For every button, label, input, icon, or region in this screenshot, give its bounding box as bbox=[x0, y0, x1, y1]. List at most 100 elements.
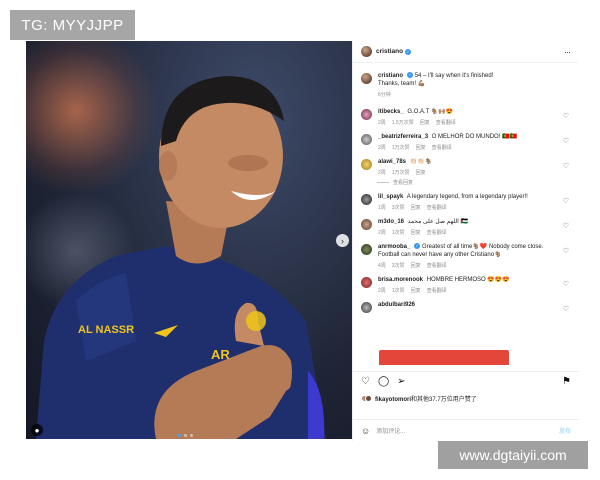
comment-likes[interactable]: 3次赞 bbox=[392, 204, 405, 211]
likes-summary[interactable]: fikayotomori和其他37.7万位用户赞了 bbox=[361, 394, 477, 403]
comment-username[interactable]: lil_spayk bbox=[378, 194, 403, 200]
chevron-right-icon[interactable]: › bbox=[336, 234, 349, 247]
comment-time: 1周 bbox=[378, 205, 386, 211]
comment-input[interactable]: 添加评论... bbox=[376, 426, 405, 435]
comment-text: HOMBRE HERMOSO 😍😍😍 bbox=[426, 277, 510, 283]
caption-time: 6分钟 bbox=[378, 92, 391, 98]
avatar[interactable] bbox=[361, 277, 372, 288]
player-illustration: AR AL NASSR bbox=[36, 76, 326, 439]
comment-text: G.O.A.T 🐐🙌🏽😍 bbox=[407, 109, 454, 115]
watermark-top: TG: MYYJJPP bbox=[10, 10, 135, 40]
comment-text: A legendary legend, from a legendary pla… bbox=[406, 194, 528, 200]
instagram-post: AR AL NASSR › ● cristiano ✓ ··· cristian… bbox=[26, 41, 579, 441]
translate-button[interactable]: 查看翻译 bbox=[436, 119, 456, 126]
ellipsis-icon[interactable]: ··· bbox=[564, 47, 571, 57]
comment-image-preview bbox=[379, 350, 509, 365]
comment: lil_spayk A legendary legend, from a leg… bbox=[353, 193, 579, 211]
comment-time: 2周 bbox=[378, 288, 386, 294]
comment-text: O MELHOR DO MUNDO! 🇵🇹🇵🇹 bbox=[431, 134, 517, 140]
verified-icon: ✓ bbox=[407, 72, 414, 79]
action-bar: ♡ ◯ ➢ ⚑ bbox=[353, 371, 579, 391]
likes-user[interactable]: fikayotomori bbox=[375, 397, 411, 403]
comment-username[interactable]: brisa.morenook bbox=[378, 277, 423, 283]
reply-button[interactable]: 回复 bbox=[420, 119, 430, 126]
translate-button[interactable]: 查看翻译 bbox=[427, 287, 447, 294]
caption-text-2: Thanks, team! 💪🏽 bbox=[378, 81, 426, 87]
translate-button[interactable]: 查看翻译 bbox=[427, 262, 447, 269]
view-replies-button[interactable]: 查看回复 bbox=[377, 179, 579, 186]
comment-likes[interactable]: 3次赞 bbox=[392, 262, 405, 269]
carousel-dots bbox=[178, 434, 193, 437]
likes-rest: 和其他37.7万位用户赞了 bbox=[411, 397, 477, 403]
avatar[interactable] bbox=[361, 302, 372, 313]
reply-button[interactable]: 回复 bbox=[416, 169, 426, 176]
avatar[interactable] bbox=[361, 244, 372, 255]
comment-likes[interactable]: 1万次赞 bbox=[392, 144, 410, 151]
smiley-icon[interactable]: ☺ bbox=[361, 426, 370, 436]
avatar[interactable] bbox=[361, 109, 372, 120]
translate-button[interactable]: 查看翻译 bbox=[427, 204, 447, 211]
comment-username[interactable]: anrmooba_ bbox=[378, 244, 410, 250]
avatar[interactable] bbox=[361, 73, 372, 84]
comment-likes[interactable]: 1万次赞 bbox=[392, 169, 410, 176]
carousel-dot-active bbox=[178, 434, 181, 437]
comment-time: 4周 bbox=[378, 263, 386, 269]
comment: brisa.morenook HOMBRE HERMOSO 😍😍😍 2周 1次赞回… bbox=[353, 276, 579, 294]
comment-time: 2周 bbox=[378, 230, 386, 236]
comment-text: اللهم صل على محمد 🇵🇸 bbox=[407, 219, 468, 225]
sponsor-text: AR bbox=[211, 347, 230, 362]
comment-time: 2周 bbox=[378, 145, 386, 151]
avatar[interactable] bbox=[361, 159, 372, 170]
reply-button[interactable]: 回复 bbox=[411, 287, 421, 294]
caption-username[interactable]: cristiano bbox=[378, 73, 403, 79]
reply-button[interactable]: 回复 bbox=[411, 204, 421, 211]
translate-button[interactable]: 查看翻译 bbox=[432, 144, 452, 151]
post-comment-button[interactable]: 发布 bbox=[559, 426, 571, 435]
jersey-text: AL NASSR bbox=[78, 324, 134, 336]
avatar[interactable] bbox=[361, 134, 372, 145]
send-icon[interactable]: ➢ bbox=[397, 376, 405, 387]
comment-username[interactable]: itibecks_ bbox=[378, 109, 404, 115]
reply-button[interactable]: 回复 bbox=[411, 262, 421, 269]
heart-icon[interactable]: ♡ bbox=[563, 280, 569, 288]
translate-button[interactable]: 查看翻译 bbox=[427, 229, 447, 236]
watermark-bottom: www.dgtaiyii.com bbox=[438, 441, 588, 469]
comment-likes[interactable]: 1.5万次赞 bbox=[392, 119, 414, 126]
heart-icon[interactable]: ♡ bbox=[563, 222, 569, 230]
header-username[interactable]: cristiano bbox=[376, 48, 403, 55]
comment-text: 👏🏻👏🏻🐐 bbox=[409, 159, 433, 165]
avatar[interactable] bbox=[361, 194, 372, 205]
comment: abdulbari926 ♡ bbox=[353, 301, 579, 313]
person-tag-icon[interactable]: ● bbox=[31, 424, 43, 436]
comment: anrmooba_ ✓ Greatest of all time🐐❤️ Nobod… bbox=[353, 243, 579, 269]
reply-button[interactable]: 回复 bbox=[411, 229, 421, 236]
comment-username[interactable]: m3do_16 bbox=[378, 219, 404, 225]
comment-likes[interactable]: 1次赞 bbox=[392, 287, 405, 294]
heart-icon[interactable]: ♡ bbox=[563, 305, 569, 313]
avatar[interactable] bbox=[361, 219, 372, 230]
comment-username[interactable]: abdulbari926 bbox=[378, 302, 415, 308]
comment: m3do_16 اللهم صل على محمد 🇵🇸 2周 1次赞 回复 查看翻译… bbox=[353, 218, 579, 236]
verified-icon: ✓ bbox=[414, 243, 421, 250]
comment: _beatrizferreira_3 O MELHOR DO MUNDO! 🇵🇹… bbox=[353, 133, 579, 151]
avatar[interactable] bbox=[361, 46, 372, 57]
comment-username[interactable]: alawi_78s bbox=[378, 159, 406, 165]
bookmark-icon[interactable]: ⚑ bbox=[562, 376, 571, 387]
reply-button[interactable]: 回复 bbox=[416, 144, 426, 151]
heart-icon[interactable]: ♡ bbox=[563, 247, 569, 255]
comment: alawi_78s 👏🏻👏🏻🐐 2周 1万次赞 回复 ♡ bbox=[353, 158, 579, 176]
heart-icon[interactable]: ♡ bbox=[361, 376, 370, 387]
comments-list[interactable]: cristiano ✓ 54 – I'll say when it's finis… bbox=[353, 65, 579, 365]
verified-icon: ✓ bbox=[405, 48, 412, 55]
comment-likes[interactable]: 1次赞 bbox=[392, 229, 405, 236]
comment-icon[interactable]: ◯ bbox=[378, 376, 389, 387]
heart-icon[interactable]: ♡ bbox=[563, 162, 569, 170]
comment-username[interactable]: _beatrizferreira_3 bbox=[378, 134, 428, 140]
heart-icon[interactable]: ♡ bbox=[563, 112, 569, 120]
heart-icon[interactable]: ♡ bbox=[563, 137, 569, 145]
post-header: cristiano ✓ ··· bbox=[353, 41, 578, 63]
post-photo[interactable]: AR AL NASSR › ● bbox=[26, 41, 352, 439]
heart-icon[interactable]: ♡ bbox=[563, 197, 569, 205]
carousel-dot bbox=[190, 434, 193, 437]
carousel-dot bbox=[184, 434, 187, 437]
